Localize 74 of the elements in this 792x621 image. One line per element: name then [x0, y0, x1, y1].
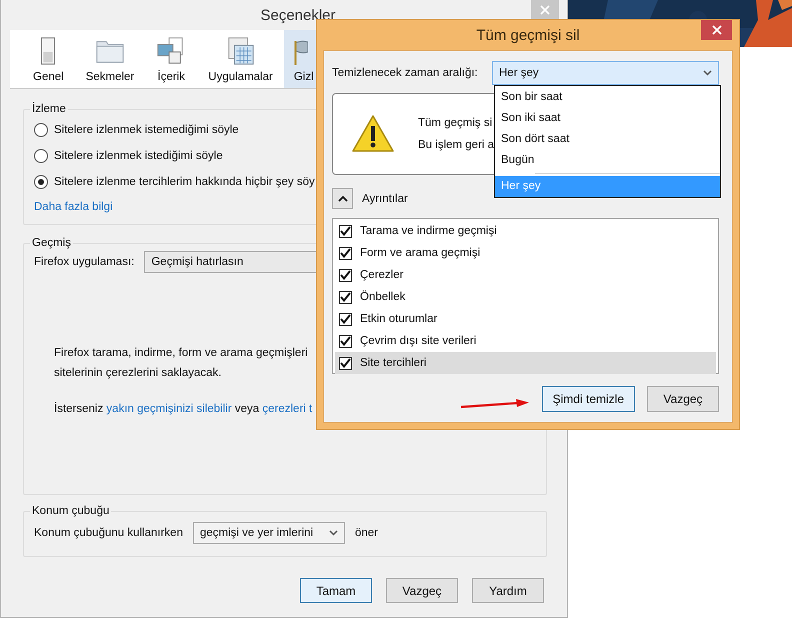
checkbox-label[interactable]: Önbellek — [360, 291, 406, 303]
time-range-dropdown[interactable]: Her şey — [492, 61, 719, 85]
pane-tab[interactable]: Uygulamalar — [197, 30, 284, 88]
close-icon — [712, 25, 722, 35]
dialog-button[interactable]: Vazgeç — [386, 578, 458, 603]
details-toggle[interactable] — [332, 188, 353, 209]
checkbox[interactable] — [339, 334, 352, 348]
window-title: Seçenekler — [259, 6, 336, 24]
checkmark-icon — [340, 226, 351, 236]
checkmark-icon — [340, 270, 351, 280]
description-text: sitelerinin çerezlerini saklayacak. — [54, 366, 222, 381]
checkbox-label[interactable]: Etkin oturumlar — [360, 313, 438, 325]
field-suffix: öner — [354, 527, 378, 539]
radio-label[interactable]: Sitelere izlenme tercihlerim hakkında hiçbir şey söy — [54, 176, 315, 188]
pane-tab[interactable]: İçerik — [145, 30, 198, 88]
radio-label[interactable]: Sitelere izlenmek istediğimi söyle — [54, 150, 223, 162]
cookies-link[interactable]: çerezleri t — [262, 403, 312, 415]
group-title: İzleme — [31, 103, 67, 115]
checkbox-label[interactable]: Çevrim dışı site verileri — [360, 335, 476, 347]
radio-button[interactable] — [34, 175, 48, 189]
checkbox-label[interactable]: Tarama ve indirme geçmişi — [360, 225, 497, 237]
chevron-down-icon — [703, 70, 712, 76]
field-label: Konum çubuğunu kullanırken — [34, 527, 183, 539]
suggest-dropdown[interactable]: geçmişi ve yer imlerini — [192, 522, 345, 544]
clear-history-link[interactable]: yakın geçmişinizi silebilir — [106, 403, 232, 415]
dropdown-option[interactable]: Son dört saat — [495, 129, 720, 150]
chevron-down-icon — [328, 530, 338, 536]
tab-label: Gizl — [294, 71, 314, 83]
group-title: Geçmiş — [31, 237, 72, 249]
checkmark-icon — [340, 314, 351, 324]
checkmark-icon — [340, 336, 351, 346]
dropdown-option[interactable]: Son bir saat — [495, 87, 720, 108]
warning-text: Tüm geçmiş si — [418, 117, 494, 129]
checkbox[interactable] — [339, 246, 352, 260]
field-label: Temizlenecek zaman aralığı: — [332, 67, 478, 79]
dropdown-option[interactable]: Bugün — [495, 150, 720, 171]
radio-label[interactable]: Sitelere izlenmek istemediğimi söyle — [54, 124, 239, 136]
radio-button[interactable] — [34, 123, 48, 137]
checkmark-icon — [340, 248, 351, 258]
checkbox-label[interactable]: Site tercihleri — [360, 357, 426, 369]
close-button[interactable] — [701, 20, 732, 40]
hint-sentence: İsterseniz yakın geçmişinizi silebilir veya çerezleri t — [54, 403, 312, 415]
chevron-up-icon — [338, 195, 348, 202]
tab-label: Genel — [33, 71, 64, 83]
list-row-highlight[interactable]: Site tercihleri — [335, 352, 716, 374]
checkbox[interactable] — [339, 268, 352, 282]
calendar-icon — [226, 36, 256, 66]
dialog-title: Tüm geçmişi sil — [476, 26, 580, 44]
checkbox[interactable] — [339, 356, 352, 370]
close-icon — [540, 4, 550, 14]
pane-tab[interactable]: Genel — [22, 30, 75, 88]
tab-label: Uygulamalar — [208, 71, 273, 83]
tab-label: İçerik — [158, 71, 185, 83]
checkbox[interactable] — [339, 224, 352, 238]
tab-label: Sekmeler — [86, 71, 134, 83]
warning-icon — [351, 114, 395, 154]
checkmark-icon — [340, 292, 351, 302]
dialog-button[interactable]: Şimdi temizle — [542, 386, 635, 412]
description-text: Firefox tarama, indirme, form ve arama geçmişleri — [54, 346, 308, 361]
dialog-button[interactable]: Tamam — [300, 578, 372, 603]
warning-text: Bu işlem geri a — [418, 139, 494, 151]
radio-button[interactable] — [34, 149, 48, 163]
dialog-button[interactable]: Yardım — [472, 578, 544, 603]
dropdown-option[interactable]: Son iki saat — [495, 108, 720, 129]
field-label: Firefox uygulaması: — [34, 256, 134, 268]
pane-tab[interactable]: Sekmeler — [74, 30, 146, 88]
checkmark-icon — [340, 358, 351, 368]
more-info-link[interactable]: Daha fazla bilgi — [34, 201, 113, 213]
checkbox[interactable] — [339, 290, 352, 304]
group-title: Konum çubuğu — [31, 505, 110, 517]
dialog-button[interactable]: Vazgeç — [647, 386, 719, 412]
checkbox[interactable] — [339, 312, 352, 326]
pointer-arrow — [460, 398, 530, 410]
details-label[interactable]: Ayrıntılar — [362, 192, 408, 204]
